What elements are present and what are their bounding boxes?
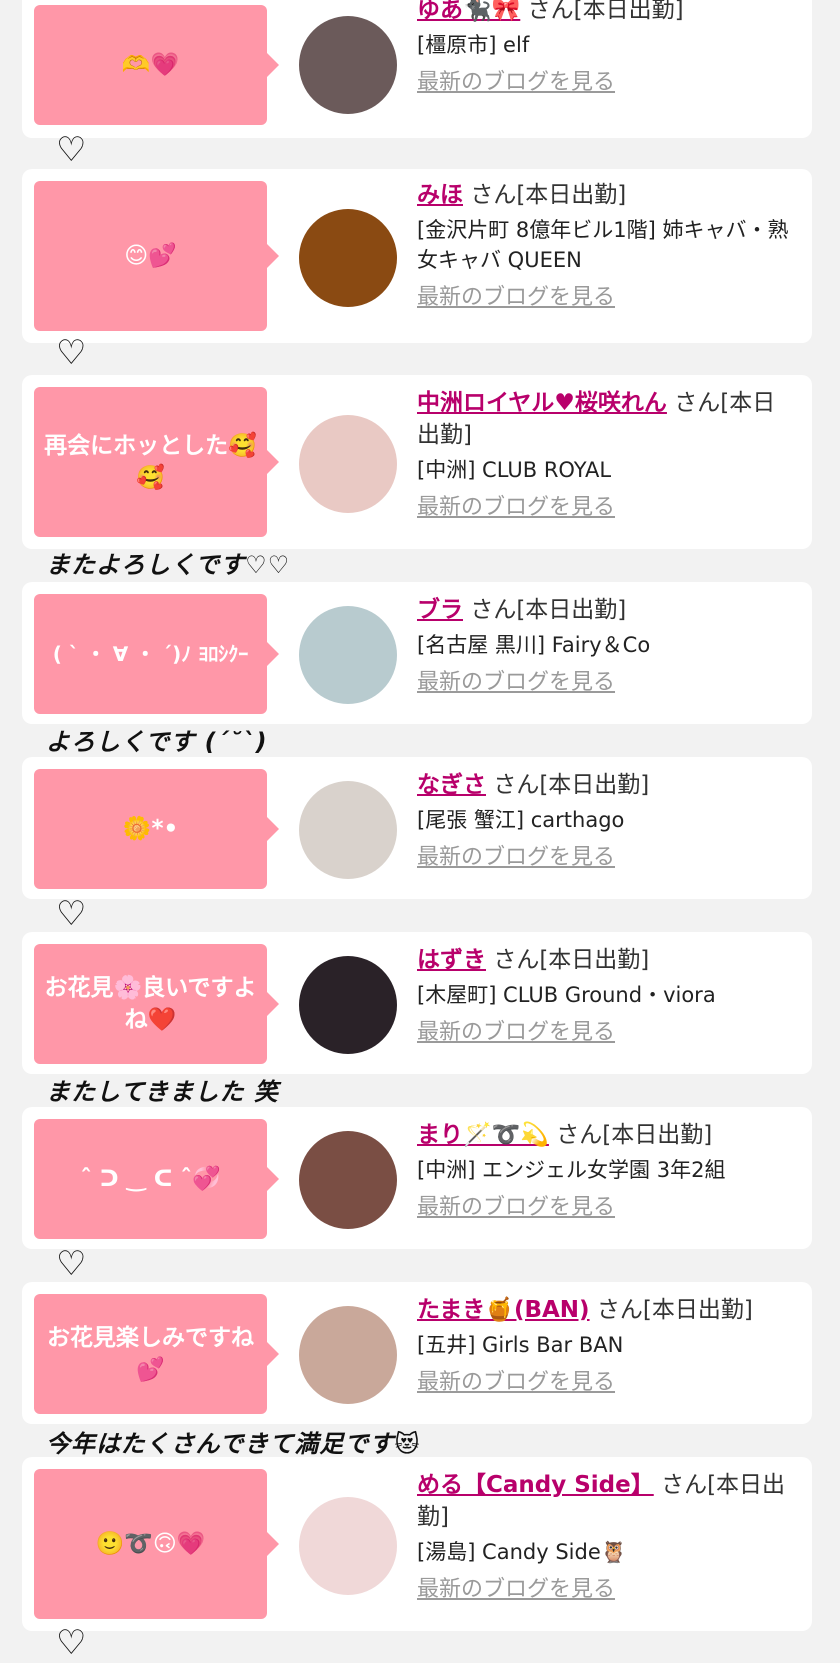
message-text: 再会にホッとした🥰🥰 (44, 433, 257, 491)
handwritten-note: またしてきました 笑 (46, 1078, 279, 1106)
message-text: ( ˋ ・ ∀ ・ ´)ﾉ ﾖﾛｼｸｰ (52, 642, 249, 666)
blog-link[interactable]: 最新のブログを見る (417, 493, 615, 523)
list-item[interactable]: 🫶💗 ゆあ🐈‍⬛🎀 さん[本日出勤] [橿原市] elf 最新のブログを見る (22, 0, 812, 138)
blog-link[interactable]: 最新のブログを見る (417, 283, 615, 313)
list-item[interactable]: ˆ ᑐ ‿ ᑕ ˆ💞 まり🪄➰💫 さん[本日出勤] [中洲] エンジェル女学園 … (22, 1107, 812, 1249)
message-bubble: ˆ ᑐ ‿ ᑕ ˆ💞 (34, 1119, 279, 1239)
message-bubble: お花見楽しみですね💕 (34, 1294, 279, 1414)
list-item[interactable]: お花見楽しみですね💕 たまき🍯(BAN) さん[本日出勤] [五井] Girls… (22, 1282, 812, 1424)
handwritten-note: よろしくです (´˘`) (46, 728, 268, 756)
cast-name-link[interactable]: める【Candy Side】 (417, 1472, 654, 1498)
blog-link[interactable]: 最新のブログを見る (417, 1193, 615, 1223)
message-bubble: 🙂➰🙃💗 (34, 1469, 279, 1619)
blog-link[interactable]: 最新のブログを見る (417, 1018, 615, 1048)
message-bubble: お花見🌸良いですよね❤️ (34, 944, 279, 1064)
handwritten-note: 今年はたくさんできて満足です😻 (46, 1430, 421, 1458)
blog-link[interactable]: 最新のブログを見る (417, 68, 615, 98)
shop-text: [中洲] エンジェル女学園 3年2組 (417, 1158, 726, 1182)
handwritten-note: ♡ (56, 1244, 87, 1284)
cast-name-link[interactable]: はずき (417, 947, 486, 973)
status-text: さん[本日出勤] (596, 1297, 753, 1323)
status-text: さん[本日出勤] (470, 182, 627, 208)
blog-link[interactable]: 最新のブログを見る (417, 843, 615, 873)
shop-text: [橿原市] elf (417, 33, 530, 57)
avatar[interactable] (299, 956, 397, 1054)
handwritten-note: ♡ (56, 130, 87, 170)
handwritten-note: ♡ (56, 894, 87, 934)
blog-link[interactable]: 最新のブログを見る (417, 1575, 615, 1605)
cast-name-link[interactable]: なぎさ (417, 772, 486, 798)
avatar[interactable] (299, 781, 397, 879)
cast-name-link[interactable]: たまき🍯(BAN) (417, 1297, 590, 1323)
message-text: 🫶💗 (121, 52, 180, 78)
status-text: さん[本日出勤] (527, 0, 684, 23)
status-text: さん[本日出勤] (556, 1122, 713, 1148)
status-text: さん[本日出勤] (493, 772, 650, 798)
shop-text: [木屋町] CLUB Ground・viora (417, 983, 716, 1007)
message-text: 🙂➰🙃💗 (95, 1531, 206, 1557)
avatar[interactable] (299, 16, 397, 114)
avatar[interactable] (299, 415, 397, 513)
list-item[interactable]: 😊💕 みほ さん[本日出勤] [金沢片町 8億年ビル1階] 姉キャバ・熟女キャバ… (22, 169, 812, 343)
cast-name-link[interactable]: ブラ (417, 597, 463, 623)
cast-name-link[interactable]: まり🪄➰💫 (417, 1122, 549, 1148)
cast-name-link[interactable]: 中洲ロイヤル♥桜咲れん (417, 390, 667, 416)
message-text: お花見楽しみですね💕 (47, 1325, 254, 1383)
shop-text: [尾張 蟹江] carthago (417, 808, 625, 832)
shop-text: [湯島] Candy Side🦉 (417, 1540, 627, 1564)
blog-link[interactable]: 最新のブログを見る (417, 668, 615, 698)
status-text: さん[本日出勤] (470, 597, 627, 623)
shop-text: [中洲] CLUB ROYAL (417, 458, 612, 482)
avatar[interactable] (299, 209, 397, 307)
avatar[interactable] (299, 606, 397, 704)
message-text: 😊💕 (124, 243, 177, 269)
message-bubble: 🌼*• (34, 769, 279, 889)
blog-link[interactable]: 最新のブログを見る (417, 1368, 615, 1398)
handwritten-note: またよろしくです♡♡ (46, 551, 291, 579)
message-text: 🌼*• (122, 816, 179, 842)
message-text: お花見🌸良いですよね❤️ (44, 975, 257, 1033)
shop-text: [名古屋 黒川] Fairy＆Co (417, 633, 651, 657)
message-bubble: 😊💕 (34, 181, 279, 331)
handwritten-note: ♡ (56, 333, 87, 373)
message-bubble: 🫶💗 (34, 5, 279, 125)
list-item[interactable]: 再会にホッとした🥰🥰 中洲ロイヤル♥桜咲れん さん[本日出勤] [中洲] CLU… (22, 375, 812, 549)
message-bubble: 再会にホッとした🥰🥰 (34, 387, 279, 537)
shop-text: [金沢片町 8億年ビル1階] 姉キャバ・熟女キャバ QUEEN (417, 218, 789, 272)
message-bubble: ( ˋ ・ ∀ ・ ´)ﾉ ﾖﾛｼｸｰ (34, 594, 279, 714)
cast-name-link[interactable]: みほ (417, 182, 463, 208)
list-item[interactable]: 🌼*• なぎさ さん[本日出勤] [尾張 蟹江] carthago 最新のブログ… (22, 757, 812, 899)
status-text: さん[本日出勤] (493, 947, 650, 973)
list-item[interactable]: ( ˋ ・ ∀ ・ ´)ﾉ ﾖﾛｼｸｰ ブラ さん[本日出勤] [名古屋 黒川]… (22, 582, 812, 724)
list-item[interactable]: お花見🌸良いですよね❤️ はずき さん[本日出勤] [木屋町] CLUB Gro… (22, 932, 812, 1074)
shop-text: [五井] Girls Bar BAN (417, 1333, 624, 1357)
avatar[interactable] (299, 1497, 397, 1595)
avatar[interactable] (299, 1306, 397, 1404)
message-text: ˆ ᑐ ‿ ᑕ ˆ💞 (80, 1166, 221, 1192)
avatar[interactable] (299, 1131, 397, 1229)
cast-name-link[interactable]: ゆあ🐈‍⬛🎀 (417, 0, 520, 23)
handwritten-note: ♡ (56, 1623, 87, 1663)
list-item[interactable]: 🙂➰🙃💗 める【Candy Side】 さん[本日出勤] [湯島] Candy … (22, 1457, 812, 1631)
